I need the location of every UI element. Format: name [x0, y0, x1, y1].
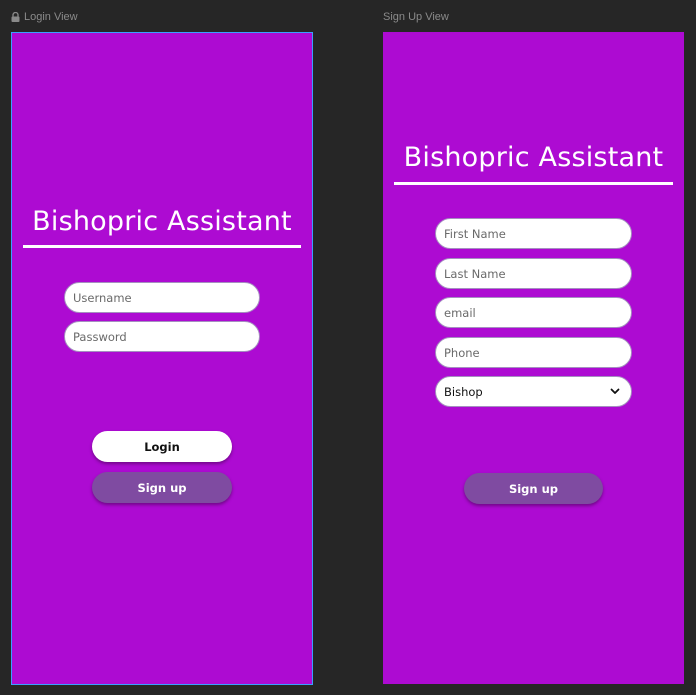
phone-input[interactable]: Phone: [435, 337, 632, 368]
password-input[interactable]: Password: [64, 321, 260, 352]
login-app-title: Bishopric Assistant: [32, 206, 292, 237]
first-name-input[interactable]: First Name: [435, 218, 632, 249]
email-input[interactable]: email: [435, 297, 632, 328]
username-input[interactable]: Username: [64, 282, 260, 313]
role-select-value: Bishop: [444, 384, 483, 399]
first-name-placeholder: First Name: [444, 226, 506, 241]
last-name-placeholder: Last Name: [444, 266, 506, 281]
signup-view-frame: Bishopric Assistant First Name Last Name…: [383, 32, 684, 684]
login-signup-button[interactable]: Sign up: [92, 472, 232, 503]
login-signup-button-label: Sign up: [137, 480, 187, 495]
email-placeholder: email: [444, 305, 476, 320]
signup-title-underline: [394, 182, 673, 185]
lock-icon: [11, 12, 20, 22]
login-button[interactable]: Login: [92, 431, 232, 462]
login-view-frame: Bishopric Assistant Username Password Lo…: [11, 32, 313, 685]
signup-button-label: Sign up: [508, 481, 559, 496]
password-placeholder: Password: [73, 329, 127, 344]
signup-app-title: Bishopric Assistant: [403, 142, 664, 173]
phone-placeholder: Phone: [444, 345, 480, 360]
login-frame-name: Login View: [24, 11, 78, 23]
login-frame-label: Login View: [11, 11, 78, 23]
signup-frame-name: Sign Up View: [383, 11, 449, 23]
last-name-input[interactable]: Last Name: [435, 258, 632, 289]
signup-button[interactable]: Sign up: [464, 473, 603, 504]
signup-frame-label: Sign Up View: [383, 11, 449, 23]
role-select[interactable]: Bishop: [435, 376, 632, 407]
login-button-label: Login: [144, 439, 180, 454]
login-title-underline: [23, 245, 301, 248]
username-placeholder: Username: [73, 290, 132, 305]
chevron-down-icon: [610, 388, 620, 394]
